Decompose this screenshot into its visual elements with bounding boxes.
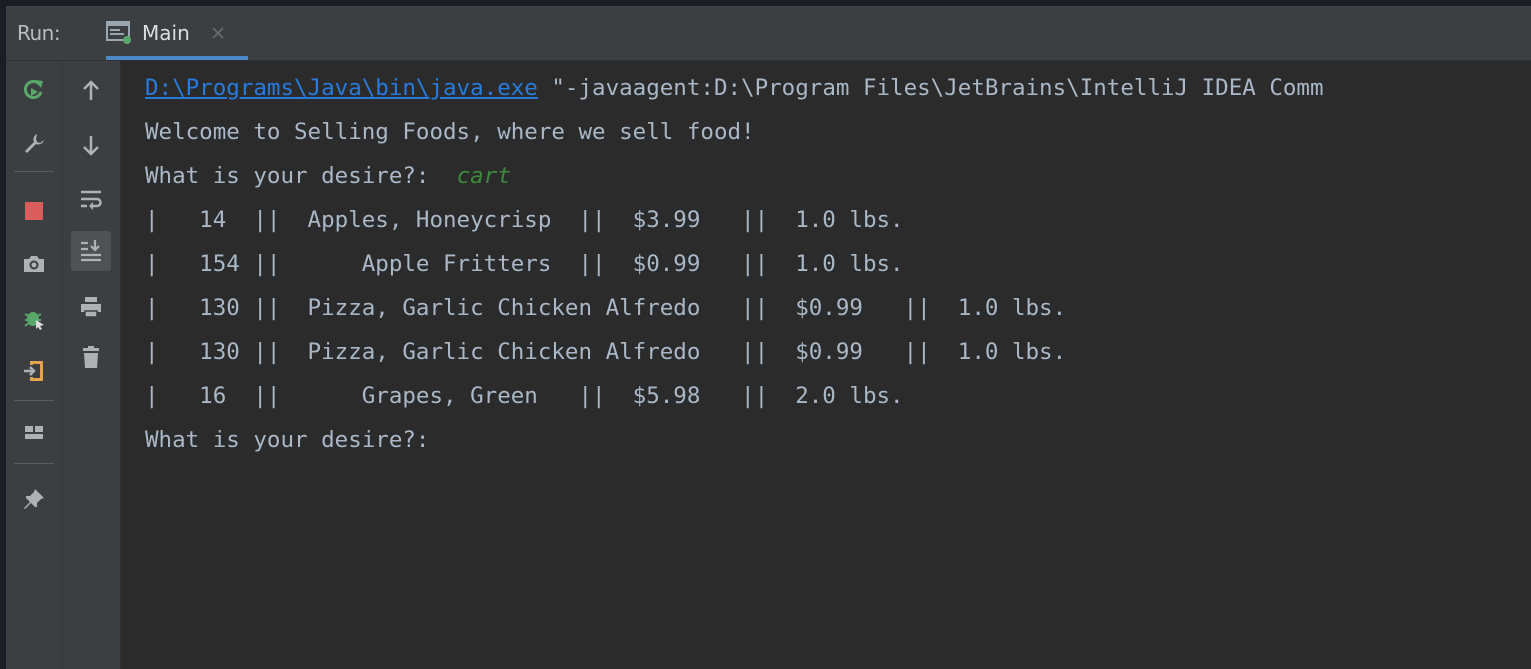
java-executable-link[interactable]: D:\Programs\Java\bin\java.exe bbox=[145, 75, 538, 101]
user-input-echo: cart bbox=[456, 163, 511, 189]
cart-row: | 14 || Apples, Honeycrisp || $3.99 || 1… bbox=[145, 207, 904, 233]
scroll-to-end-icon bbox=[81, 240, 101, 262]
console-command-line: D:\Programs\Java\bin\java.exe "-javaagen… bbox=[145, 72, 1324, 104]
exit-icon bbox=[24, 361, 43, 381]
up-button[interactable] bbox=[71, 71, 111, 111]
wrench-icon bbox=[25, 134, 44, 153]
stop-button[interactable] bbox=[14, 191, 54, 231]
active-tab-indicator bbox=[106, 56, 248, 60]
scroll-to-end-button[interactable] bbox=[71, 231, 111, 271]
rerun-button[interactable] bbox=[14, 69, 54, 109]
clear-all-button[interactable] bbox=[71, 337, 111, 377]
tab-main-label: Main bbox=[142, 21, 190, 45]
tab-main[interactable]: Main bbox=[106, 6, 248, 60]
toolbar-separator bbox=[14, 400, 54, 401]
pin-icon bbox=[24, 489, 44, 509]
cart-row: | 154 || Apple Fritters || $0.99 || 1.0 … bbox=[145, 251, 904, 277]
pin-tab-button[interactable] bbox=[14, 480, 54, 520]
console-window-icon bbox=[106, 21, 131, 44]
soft-wrap-icon bbox=[81, 190, 102, 210]
stop-icon bbox=[25, 202, 43, 220]
console-actions-toolbar bbox=[63, 61, 121, 669]
cart-row: | 130 || Pizza, Garlic Chicken Alfredo |… bbox=[145, 295, 1067, 321]
restore-layout-button[interactable] bbox=[14, 413, 54, 453]
arrow-up-icon bbox=[83, 80, 99, 100]
camera-icon bbox=[24, 256, 44, 272]
soft-wrap-button[interactable] bbox=[71, 180, 111, 220]
console-prompt-line: What is your desire?: cart bbox=[145, 160, 511, 192]
cart-row: | 16 || Grapes, Green || $5.98 || 2.0 lb… bbox=[145, 383, 904, 409]
run-tool-header: Run: Main bbox=[6, 6, 1531, 61]
toolbar-separator bbox=[14, 463, 54, 464]
java-command-args: "-javaagent:D:\Program Files\JetBrains\I… bbox=[537, 75, 1324, 101]
print-icon bbox=[81, 297, 101, 318]
run-actions-toolbar bbox=[6, 61, 63, 669]
debug-button[interactable] bbox=[14, 298, 54, 338]
exit-button[interactable] bbox=[14, 351, 54, 391]
arrow-down-icon bbox=[83, 136, 99, 156]
console-final-prompt: What is your desire?: bbox=[145, 427, 430, 453]
layout-icon bbox=[25, 426, 43, 439]
cart-row: | 130 || Pizza, Garlic Chicken Alfredo |… bbox=[145, 339, 1067, 365]
run-label: Run: bbox=[17, 21, 61, 45]
rerun-icon bbox=[23, 80, 43, 99]
print-button[interactable] bbox=[71, 287, 111, 327]
console-output[interactable]: D:\Programs\Java\bin\java.exe "-javaagen… bbox=[121, 61, 1531, 669]
toolbar-separator bbox=[14, 171, 54, 172]
run-tool-window: Run: Main D:\Programs\Java\bin\java.exe … bbox=[6, 6, 1531, 669]
debug-bug-icon bbox=[24, 312, 44, 330]
prompt-text: What is your desire?: bbox=[145, 163, 430, 189]
down-button[interactable] bbox=[71, 125, 111, 165]
trash-icon bbox=[83, 346, 99, 368]
console-welcome-line: Welcome to Selling Foods, where we sell … bbox=[145, 119, 755, 145]
dump-threads-button[interactable] bbox=[14, 244, 54, 284]
edit-configuration-button[interactable] bbox=[14, 123, 54, 163]
close-icon[interactable] bbox=[212, 27, 224, 39]
